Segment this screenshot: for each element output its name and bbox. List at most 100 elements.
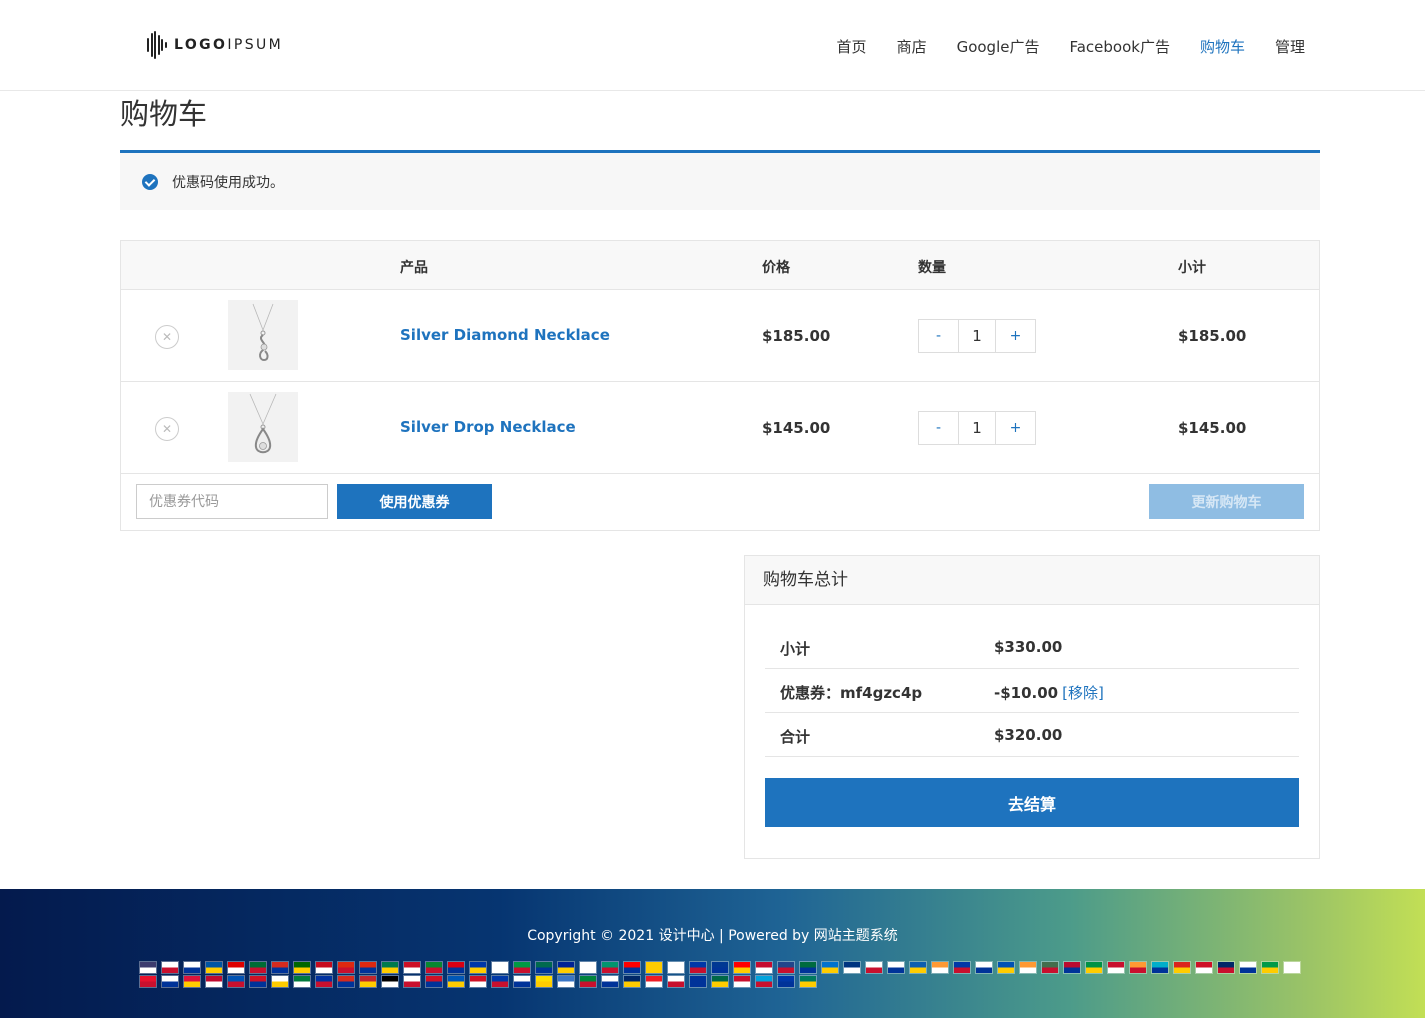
language-flag-icon[interactable] <box>447 975 465 988</box>
language-flag-icon[interactable] <box>315 961 333 974</box>
language-flag-icon[interactable] <box>139 961 157 974</box>
language-flag-icon[interactable] <box>975 961 993 974</box>
product-link[interactable]: Silver Diamond Necklace <box>400 326 610 344</box>
language-flag-icon[interactable] <box>227 975 245 988</box>
product-link[interactable]: Silver Drop Necklace <box>400 418 576 436</box>
language-flag-icon[interactable] <box>1151 961 1169 974</box>
language-flag-icon[interactable] <box>733 961 751 974</box>
language-flag-icon[interactable] <box>557 961 575 974</box>
nav-facebook-ads[interactable]: Facebook广告 <box>1069 36 1169 57</box>
language-flag-icon[interactable] <box>161 975 179 988</box>
language-flag-icon[interactable] <box>183 975 201 988</box>
language-flag-icon[interactable] <box>645 961 663 974</box>
language-flag-icon[interactable] <box>711 961 729 974</box>
language-flag-icon[interactable] <box>645 975 663 988</box>
product-thumbnail[interactable] <box>228 392 298 462</box>
language-flag-icon[interactable] <box>337 961 355 974</box>
remove-item-icon[interactable]: ✕ <box>155 417 179 441</box>
language-flag-icon[interactable] <box>535 975 553 988</box>
nav-admin[interactable]: 管理 <box>1275 36 1305 57</box>
nav-google-ads[interactable]: Google广告 <box>957 36 1040 57</box>
language-flag-icon[interactable] <box>249 975 267 988</box>
language-flag-icon[interactable] <box>1019 961 1037 974</box>
language-flag-icon[interactable] <box>337 975 355 988</box>
language-flag-icon[interactable] <box>271 961 289 974</box>
language-flag-icon[interactable] <box>293 961 311 974</box>
language-flag-icon[interactable] <box>623 975 641 988</box>
nav-shop[interactable]: 商店 <box>897 36 927 57</box>
language-flag-icon[interactable] <box>843 961 861 974</box>
language-flag-icon[interactable] <box>315 975 333 988</box>
language-flag-icon[interactable] <box>1195 961 1213 974</box>
language-flag-icon[interactable] <box>227 961 245 974</box>
language-flag-icon[interactable] <box>799 975 817 988</box>
language-flag-icon[interactable] <box>1239 961 1257 974</box>
language-flag-icon[interactable] <box>359 961 377 974</box>
language-flag-icon[interactable] <box>865 961 883 974</box>
product-thumbnail[interactable] <box>228 300 298 370</box>
language-flag-icon[interactable] <box>1173 961 1191 974</box>
language-flag-icon[interactable] <box>777 975 795 988</box>
language-flag-icon[interactable] <box>513 961 531 974</box>
coupon-code-input[interactable] <box>136 484 328 519</box>
language-flag-icon[interactable] <box>469 961 487 974</box>
language-flag-icon[interactable] <box>1283 961 1301 974</box>
language-flag-icon[interactable] <box>425 975 443 988</box>
language-flag-icon[interactable] <box>557 975 575 988</box>
language-flag-icon[interactable] <box>909 961 927 974</box>
language-flag-icon[interactable] <box>359 975 377 988</box>
site-link[interactable]: 设计中心 <box>659 928 715 944</box>
language-flag-icon[interactable] <box>205 961 223 974</box>
language-flag-icon[interactable] <box>293 975 311 988</box>
apply-coupon-button[interactable]: 使用优惠券 <box>337 484 492 519</box>
qty-increase-button[interactable]: + <box>996 412 1035 444</box>
checkout-button[interactable]: 去结算 <box>765 778 1299 827</box>
nav-cart[interactable]: 购物车 <box>1200 36 1245 57</box>
language-flag-icon[interactable] <box>535 961 553 974</box>
language-flag-icon[interactable] <box>601 961 619 974</box>
language-flag-icon[interactable] <box>205 975 223 988</box>
update-cart-button[interactable]: 更新购物车 <box>1149 484 1304 519</box>
language-flag-icon[interactable] <box>1107 961 1125 974</box>
language-flag-icon[interactable] <box>711 975 729 988</box>
language-flag-icon[interactable] <box>733 975 751 988</box>
language-flag-icon[interactable] <box>623 961 641 974</box>
language-flag-icon[interactable] <box>491 975 509 988</box>
language-flag-icon[interactable] <box>1085 961 1103 974</box>
language-flag-icon[interactable] <box>579 975 597 988</box>
language-flag-icon[interactable] <box>887 961 905 974</box>
language-flag-icon[interactable] <box>381 975 399 988</box>
language-flag-icon[interactable] <box>403 961 421 974</box>
language-flag-icon[interactable] <box>1063 961 1081 974</box>
remove-coupon-link[interactable]: [移除] <box>1062 684 1104 702</box>
language-flag-icon[interactable] <box>271 975 289 988</box>
language-flag-icon[interactable] <box>1217 961 1235 974</box>
language-flag-icon[interactable] <box>381 961 399 974</box>
language-flag-icon[interactable] <box>139 975 157 988</box>
language-flag-icon[interactable] <box>579 961 597 974</box>
language-flag-icon[interactable] <box>799 961 817 974</box>
qty-decrease-button[interactable]: - <box>919 320 958 352</box>
language-flag-icon[interactable] <box>997 961 1015 974</box>
language-flag-icon[interactable] <box>601 975 619 988</box>
language-flag-icon[interactable] <box>689 975 707 988</box>
theme-link[interactable]: 网站主题系统 <box>814 928 898 944</box>
language-flag-icon[interactable] <box>755 975 773 988</box>
qty-increase-button[interactable]: + <box>996 320 1035 352</box>
site-logo[interactable]: LOGOIPSUM <box>147 31 283 59</box>
language-flag-icon[interactable] <box>425 961 443 974</box>
nav-home[interactable]: 首页 <box>837 36 867 57</box>
language-flag-icon[interactable] <box>689 961 707 974</box>
language-flag-icon[interactable] <box>667 961 685 974</box>
language-flag-icon[interactable] <box>491 961 509 974</box>
language-flag-icon[interactable] <box>161 961 179 974</box>
language-flag-icon[interactable] <box>821 961 839 974</box>
language-flag-icon[interactable] <box>931 961 949 974</box>
language-flag-icon[interactable] <box>447 961 465 974</box>
language-flag-icon[interactable] <box>953 961 971 974</box>
language-flag-icon[interactable] <box>469 975 487 988</box>
language-flag-icon[interactable] <box>1261 961 1279 974</box>
language-flag-icon[interactable] <box>249 961 267 974</box>
language-flag-icon[interactable] <box>513 975 531 988</box>
language-flag-icon[interactable] <box>403 975 421 988</box>
